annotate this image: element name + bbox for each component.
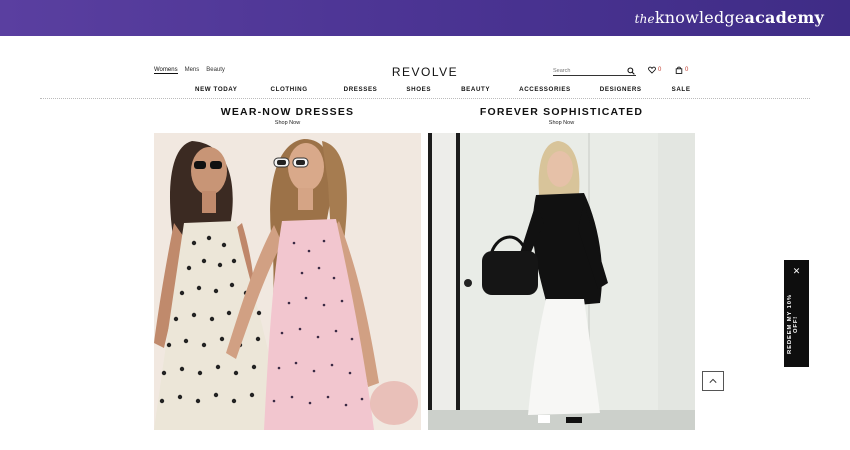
bag-button[interactable]: 0 bbox=[675, 66, 688, 74]
logo-the-text: the bbox=[634, 12, 655, 26]
knowledge-academy-logo[interactable]: theknowledgeacademy bbox=[635, 8, 824, 27]
search-input[interactable] bbox=[553, 68, 623, 74]
shopping-bag-icon bbox=[675, 66, 683, 74]
back-to-top-button[interactable] bbox=[702, 371, 724, 391]
search-bar bbox=[553, 67, 636, 76]
site-logo[interactable]: REVOLVE bbox=[392, 65, 458, 79]
nav-new-today[interactable]: NEW TODAY bbox=[195, 86, 238, 93]
promo-title-sophisticated[interactable]: FOREVER SOPHISTICATED bbox=[428, 106, 695, 118]
logo-text-part2: academy bbox=[744, 8, 824, 27]
nav-sale[interactable]: SALE bbox=[672, 86, 691, 93]
wishlist-count: 0 bbox=[658, 67, 662, 73]
bag-count: 0 bbox=[685, 67, 689, 73]
header-divider bbox=[40, 98, 810, 99]
top-banner: theknowledgeacademy bbox=[0, 0, 850, 36]
site-logo-wrap: REVOLVE bbox=[0, 65, 850, 79]
chevron-up-icon bbox=[709, 378, 717, 383]
gender-tabs: Womens Mens Beauty bbox=[154, 67, 225, 74]
wear-now-dresses-image[interactable] bbox=[154, 133, 421, 430]
redeem-discount-tab[interactable]: ✕ REDEEM MY 10% OFF! bbox=[784, 260, 809, 367]
redeem-label: REDEEM MY 10% OFF! bbox=[787, 294, 799, 354]
heart-icon bbox=[648, 66, 656, 74]
wishlist-button[interactable]: 0 bbox=[648, 66, 661, 74]
logo-text-part1: knowledge bbox=[654, 8, 745, 27]
shop-now-link-dresses[interactable]: Shop Now bbox=[154, 120, 421, 126]
nav-accessories[interactable]: ACCESSORIES bbox=[519, 86, 571, 93]
search-icon[interactable] bbox=[627, 67, 635, 75]
nav-dresses[interactable]: DRESSES bbox=[344, 86, 378, 93]
forever-sophisticated-image[interactable] bbox=[428, 133, 695, 430]
shop-now-link-sophisticated[interactable]: Shop Now bbox=[428, 120, 695, 126]
nav-clothing[interactable]: CLOTHING bbox=[271, 86, 308, 93]
main-nav: NEW TODAY CLOTHING DRESSES SHOES BEAUTY … bbox=[195, 86, 691, 93]
nav-beauty[interactable]: BEAUTY bbox=[461, 86, 490, 93]
nav-designers[interactable]: DESIGNERS bbox=[600, 86, 642, 93]
tab-beauty[interactable]: Beauty bbox=[206, 67, 225, 74]
tab-womens[interactable]: Womens bbox=[154, 67, 178, 74]
close-icon[interactable]: ✕ bbox=[784, 266, 809, 277]
promo-title-dresses[interactable]: WEAR-NOW DRESSES bbox=[154, 106, 421, 118]
tab-mens[interactable]: Mens bbox=[185, 67, 200, 74]
nav-shoes[interactable]: SHOES bbox=[406, 86, 431, 93]
